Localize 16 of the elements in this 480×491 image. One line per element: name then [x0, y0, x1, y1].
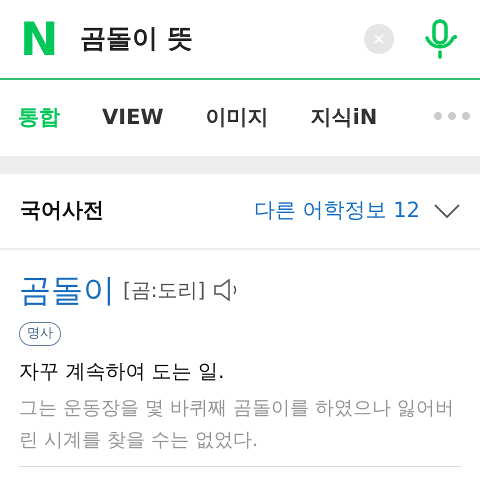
search-field[interactable]: 곰돌이 뜻: [80, 20, 364, 58]
part-of-speech-tag: 명사: [19, 322, 61, 346]
definition: 자꾸 계속하여 도는 일.: [19, 358, 226, 384]
entry-word[interactable]: 곰돌이: [19, 274, 115, 306]
section-title: 국어사전: [20, 197, 104, 224]
example-sentence: 그는 운동장을 몇 바퀴째 곰돌이를 하였으나 잃어버린 시계를 찾을 수는 없었다.: [19, 396, 456, 452]
clear-button[interactable]: [364, 24, 394, 54]
close-icon: [374, 34, 384, 44]
pronunciation: [곰:도리]: [123, 277, 206, 304]
search-tab[interactable]: 이미지: [206, 102, 269, 134]
chevron-down-icon: [434, 204, 460, 218]
microphone-icon[interactable]: [424, 19, 458, 59]
more-info-link[interactable]: 다른 어학정보 12: [254, 195, 460, 227]
search-tab[interactable]: VIEW: [102, 102, 164, 134]
more-button[interactable]: [432, 110, 472, 122]
search-tab[interactable]: 지식iN: [310, 102, 378, 134]
